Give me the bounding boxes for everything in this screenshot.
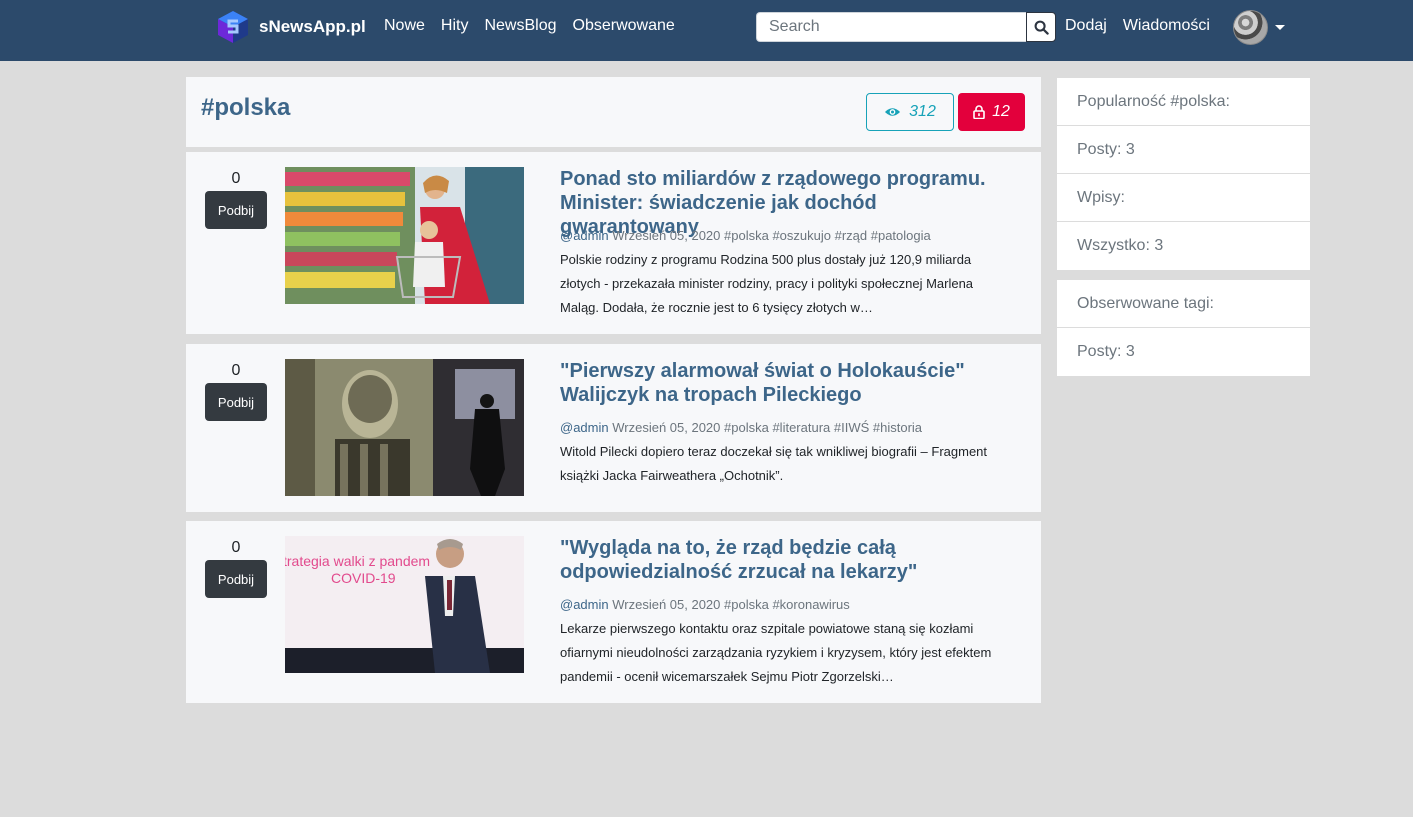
- search-input[interactable]: [756, 12, 1026, 42]
- popularity-entries: Wpisy:: [1057, 174, 1310, 222]
- nav-link-dodaj[interactable]: Dodaj: [1065, 17, 1107, 35]
- navbar: sNewsApp.pl Nowe Hity NewsBlog Obserwowa…: [0, 0, 1413, 61]
- photo-caption-line-2: COVID-19: [331, 570, 396, 586]
- post-title-link[interactable]: "Pierwszy alarmował świat o Holokauście"…: [560, 359, 1020, 407]
- post-excerpt: Lekarze pierwszego kontaktu oraz szpital…: [560, 621, 992, 684]
- vote-count: 0: [231, 539, 241, 556]
- post-meta: @admin Wrzesień 05, 2020 #polska #oszuku…: [560, 228, 931, 243]
- upvote-button[interactable]: Podbij: [205, 191, 267, 229]
- post-thumbnail[interactable]: trategia walki z pandem COVID-19: [285, 536, 524, 673]
- lock-icon: [973, 105, 985, 119]
- views-button[interactable]: 312: [866, 93, 954, 131]
- avatar: [1233, 10, 1268, 45]
- post-meta: @admin Wrzesień 05, 2020 #polska #korona…: [560, 597, 850, 612]
- nav-link-wiadomosci[interactable]: Wiadomości: [1123, 17, 1210, 35]
- main-nav: Nowe Hity NewsBlog Obserwowane: [384, 17, 675, 35]
- photo-caption-line-1: trategia walki z pandem: [285, 553, 430, 569]
- lock-button[interactable]: 12: [958, 93, 1025, 131]
- post-thumbnail[interactable]: [285, 359, 524, 496]
- followed-tags-posts: Posty: 3: [1077, 343, 1135, 360]
- post-date: Wrzesień 05, 2020: [612, 597, 721, 612]
- search-form: [756, 12, 1056, 42]
- author-link[interactable]: @admin: [560, 420, 609, 435]
- page-title: #polska: [201, 94, 291, 121]
- followed-tags-panel: Obserwowane tagi: Posty: 3: [1057, 280, 1310, 376]
- followed-tags-heading: Obserwowane tagi:: [1057, 280, 1310, 328]
- upvote-button[interactable]: Podbij: [205, 383, 267, 421]
- brand-name: sNewsApp.pl: [259, 17, 366, 36]
- post-card: 0 Podbij Ponad sto miliardów z rządowego…: [186, 152, 1041, 334]
- post-tags[interactable]: #polska #oszukujo #rząd #patologia: [724, 228, 931, 243]
- vote-count: 0: [231, 362, 241, 379]
- popularity-heading: Popularność #polska:: [1057, 78, 1310, 126]
- brand-link[interactable]: sNewsApp.pl: [217, 10, 366, 44]
- nav-link-obserwowane[interactable]: Obserwowane: [573, 17, 675, 35]
- chevron-down-icon: [1275, 25, 1285, 30]
- post-date: Wrzesień 05, 2020: [612, 228, 721, 243]
- popularity-panel: Popularność #polska: Posty: 3 Wpisy: Wsz…: [1057, 78, 1310, 270]
- nav-link-hity[interactable]: Hity: [441, 17, 469, 35]
- supermarket-photo: [285, 167, 524, 304]
- museum-photo: [285, 359, 524, 496]
- search-icon: [1034, 20, 1049, 35]
- eye-icon: [885, 108, 901, 116]
- post-date: Wrzesień 05, 2020: [612, 420, 721, 435]
- post-meta: @admin Wrzesień 05, 2020 #polska #litera…: [560, 420, 922, 435]
- post-excerpt: Polskie rodziny z programu Rodzina 500 p…: [560, 252, 974, 315]
- post-excerpt: Witold Pilecki dopiero teraz doczekał si…: [560, 444, 988, 483]
- tag-header: #polska 312 12: [186, 77, 1041, 147]
- post-thumbnail[interactable]: [285, 167, 524, 304]
- post-card: 0 Podbij "Pierwszy alarmował świat o Hol…: [186, 344, 1041, 512]
- user-nav: Dodaj Wiadomości: [1065, 17, 1210, 35]
- views-count: 312: [909, 103, 936, 120]
- author-link[interactable]: @admin: [560, 228, 609, 243]
- popularity-posts: Posty: 3: [1057, 126, 1310, 174]
- hexagon-s-logo-icon: [218, 11, 248, 43]
- vote-count: 0: [231, 170, 241, 187]
- press-conference-photo: trategia walki z pandem COVID-19: [285, 536, 524, 673]
- author-link[interactable]: @admin: [560, 597, 609, 612]
- post-card: 0 Podbij trategia walki z pandem COVID-1…: [186, 521, 1041, 703]
- locked-count: 12: [992, 103, 1010, 120]
- post-tags[interactable]: #polska #koronawirus: [724, 597, 850, 612]
- upvote-button[interactable]: Podbij: [205, 560, 267, 598]
- nav-link-nowe[interactable]: Nowe: [384, 17, 425, 35]
- user-menu-toggle[interactable]: [1233, 10, 1285, 45]
- search-button[interactable]: [1026, 12, 1056, 42]
- nav-link-newsblog[interactable]: NewsBlog: [484, 17, 556, 35]
- post-tags[interactable]: #polska #literatura #IIWŚ #historia: [724, 420, 922, 435]
- post-title-link[interactable]: "Wygląda na to, że rząd będzie całą odpo…: [560, 536, 1020, 584]
- popularity-total: Wszystko: 3: [1077, 237, 1164, 254]
